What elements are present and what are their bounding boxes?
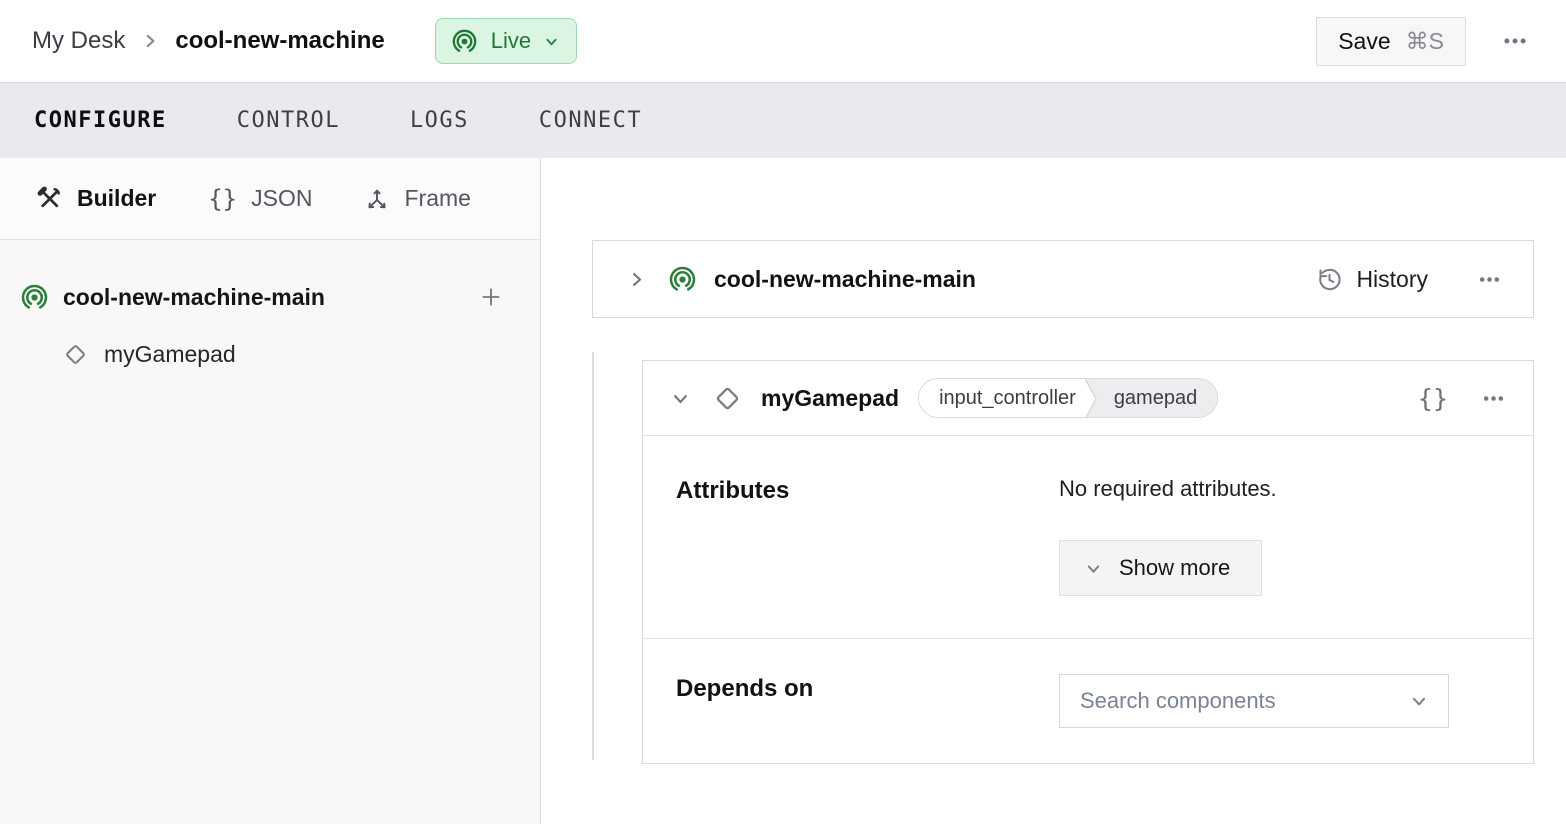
component-card-actions: {} xyxy=(1418,384,1507,413)
status-badge-label: Live xyxy=(491,28,531,54)
configure-body: Builder {} JSON Frame cool-new-machine-m… xyxy=(0,158,1566,824)
view-mode-builder-label: Builder xyxy=(77,185,156,212)
save-button[interactable]: Save ⌘S xyxy=(1316,17,1466,66)
machine-status-badge[interactable]: Live xyxy=(435,18,577,64)
component-menu-button[interactable] xyxy=(1480,385,1507,412)
ellipsis-icon xyxy=(1480,385,1507,412)
machine-resource-tree: cool-new-machine-main myGamepad xyxy=(0,240,540,382)
tree-item-machine-part[interactable]: cool-new-machine-main xyxy=(0,268,540,326)
tree-connector-line xyxy=(592,352,594,760)
machine-tab-bar: CONFIGURE CONTROL LOGS CONNECT xyxy=(0,82,1566,158)
badge-separator-chevron xyxy=(1085,379,1101,418)
live-broadcast-icon xyxy=(20,283,49,312)
component-collapse-button[interactable] xyxy=(671,389,690,408)
live-broadcast-icon xyxy=(668,265,697,294)
tab-logs[interactable]: LOGS xyxy=(410,108,469,133)
tree-component-label: myGamepad xyxy=(104,341,236,368)
component-name: myGamepad xyxy=(761,385,899,412)
view-mode-frame-label: Frame xyxy=(404,185,470,212)
breadcrumb: My Desk cool-new-machine xyxy=(32,27,385,55)
chevron-down-icon xyxy=(1410,692,1428,710)
chevron-right-icon xyxy=(627,270,646,289)
component-card: myGamepad input_controller gamepad {} xyxy=(642,360,1534,764)
view-mode-builder[interactable]: Builder xyxy=(36,185,156,212)
breadcrumb-chevron-icon xyxy=(141,32,159,50)
ellipsis-icon xyxy=(1500,26,1530,56)
part-card-title: cool-new-machine-main xyxy=(714,266,976,293)
machine-part-card: cool-new-machine-main History xyxy=(592,240,1534,318)
component-card-header: myGamepad input_controller gamepad {} xyxy=(643,361,1533,436)
history-button-label: History xyxy=(1356,266,1428,293)
show-more-button[interactable]: Show more xyxy=(1059,540,1262,596)
tab-configure[interactable]: CONFIGURE xyxy=(34,108,167,133)
depends-on-select[interactable]: Search components xyxy=(1059,674,1449,728)
json-braces-icon: {} xyxy=(208,185,237,213)
view-mode-frame[interactable]: Frame xyxy=(364,185,470,212)
depends-on-section: Depends on Search components xyxy=(643,638,1533,763)
attributes-content: No required attributes. Show more xyxy=(1059,476,1500,596)
breadcrumb-parent-link[interactable]: My Desk xyxy=(32,27,125,55)
plus-icon xyxy=(478,284,504,310)
component-diamond-icon xyxy=(62,341,89,368)
chevron-down-icon xyxy=(1085,560,1102,577)
depends-on-label: Depends on xyxy=(676,674,1059,728)
component-model-label: gamepad xyxy=(1101,379,1217,417)
view-mode-toggle: Builder {} JSON Frame xyxy=(0,158,540,240)
attributes-section: Attributes No required attributes. Show … xyxy=(643,436,1533,638)
component-diamond-icon xyxy=(712,383,743,414)
tree-item-component[interactable]: myGamepad xyxy=(0,326,540,382)
builder-tools-icon xyxy=(36,185,63,212)
machine-name-title: cool-new-machine xyxy=(175,27,384,55)
chevron-down-icon xyxy=(544,34,559,49)
part-card-menu-button[interactable] xyxy=(1472,262,1507,297)
attributes-label: Attributes xyxy=(676,476,1059,596)
save-shortcut-hint: ⌘S xyxy=(1406,28,1444,55)
configure-sidebar: Builder {} JSON Frame cool-new-machine-m… xyxy=(0,158,541,824)
tab-connect[interactable]: CONNECT xyxy=(539,108,642,133)
component-json-toggle-button[interactable]: {} xyxy=(1418,384,1448,413)
depends-on-placeholder: Search components xyxy=(1080,688,1410,714)
app-header: My Desk cool-new-machine Live Save ⌘S xyxy=(0,0,1566,82)
part-card-expand-button[interactable] xyxy=(627,270,646,289)
frame-axes-icon xyxy=(364,186,390,212)
show-more-label: Show more xyxy=(1119,555,1230,581)
depends-on-content: Search components xyxy=(1059,674,1500,728)
tree-machine-part-label: cool-new-machine-main xyxy=(63,284,474,311)
component-type-label: input_controller xyxy=(919,379,1085,417)
add-component-button[interactable] xyxy=(474,280,508,314)
live-broadcast-icon xyxy=(451,28,478,55)
header-overflow-menu-button[interactable] xyxy=(1496,22,1534,60)
view-mode-json[interactable]: {} JSON xyxy=(208,185,312,213)
chevron-down-icon xyxy=(671,389,690,408)
save-button-label: Save xyxy=(1338,28,1390,55)
header-actions: Save ⌘S xyxy=(1316,17,1534,66)
tab-control[interactable]: CONTROL xyxy=(237,108,340,133)
history-clock-icon xyxy=(1316,266,1343,293)
history-button[interactable]: History xyxy=(1310,265,1434,294)
view-mode-json-label: JSON xyxy=(251,185,312,212)
configure-main-panel: cool-new-machine-main History myGamepad … xyxy=(541,158,1566,824)
attributes-empty-text: No required attributes. xyxy=(1059,476,1500,502)
ellipsis-icon xyxy=(1476,266,1503,293)
component-type-badge: input_controller gamepad xyxy=(918,378,1218,418)
